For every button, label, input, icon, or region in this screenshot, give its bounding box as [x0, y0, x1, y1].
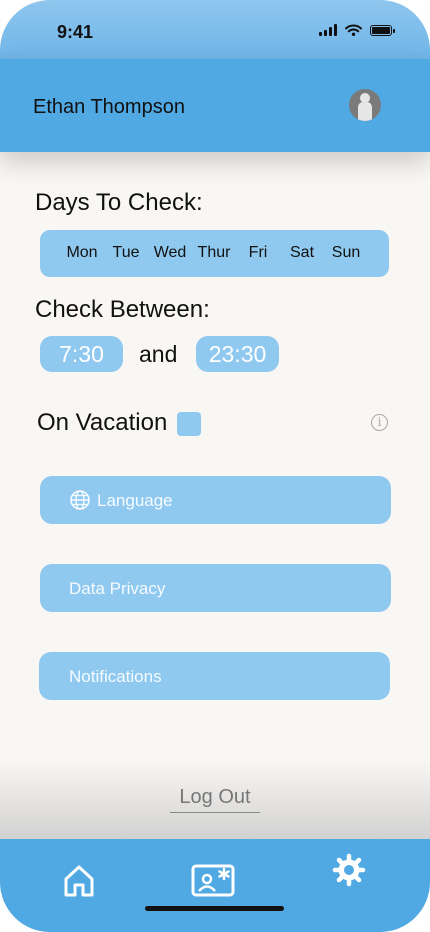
end-time-input[interactable]: 23:30 — [196, 336, 279, 372]
data-privacy-label: Data Privacy — [69, 579, 166, 598]
signal-icon — [319, 24, 337, 36]
day-fri[interactable]: Fri — [249, 244, 268, 262]
contact-card-icon[interactable] — [191, 863, 235, 897]
vacation-checkbox[interactable] — [177, 412, 201, 436]
header: Ethan Thompson — [0, 59, 430, 152]
day-mon[interactable]: Mon — [66, 244, 97, 262]
days-selector: Mon Tue Wed Thur Fri Sat Sun — [40, 230, 389, 277]
day-sun[interactable]: Sun — [332, 244, 360, 262]
day-wed[interactable]: Wed — [154, 244, 187, 262]
status-bar: 9:41 — [0, 0, 430, 60]
day-thur[interactable]: Thur — [198, 244, 231, 262]
check-between-title: Check Between: — [35, 296, 210, 323]
notifications-label: Notifications — [69, 667, 162, 686]
battery-icon — [370, 24, 395, 36]
and-label: and — [139, 341, 178, 367]
avatar-icon[interactable] — [349, 89, 381, 121]
status-icons — [319, 24, 395, 36]
home-indicator — [145, 906, 284, 911]
day-sat[interactable]: Sat — [290, 244, 314, 262]
logout-button[interactable]: Log Out — [170, 786, 260, 813]
globe-icon — [70, 490, 90, 510]
home-icon[interactable] — [63, 864, 95, 898]
language-button[interactable]: Language — [40, 476, 391, 524]
phone-screen: 9:41 Ethan Thompson Days To Check: Mon T… — [0, 0, 430, 932]
user-name: Ethan Thompson — [33, 96, 185, 118]
gear-icon[interactable] — [332, 853, 366, 887]
wifi-icon — [345, 24, 362, 36]
vacation-label: On Vacation — [37, 409, 168, 436]
start-time-input[interactable]: 7:30 — [40, 336, 123, 372]
tab-bar — [0, 839, 430, 932]
status-time: 9:41 — [57, 22, 94, 42]
notifications-button[interactable]: Notifications — [39, 652, 390, 700]
info-icon[interactable]: i — [371, 414, 388, 431]
days-title: Days To Check: — [35, 189, 203, 216]
language-label: Language — [97, 491, 173, 510]
data-privacy-button[interactable]: Data Privacy — [40, 564, 391, 612]
day-tue[interactable]: Tue — [113, 244, 140, 262]
